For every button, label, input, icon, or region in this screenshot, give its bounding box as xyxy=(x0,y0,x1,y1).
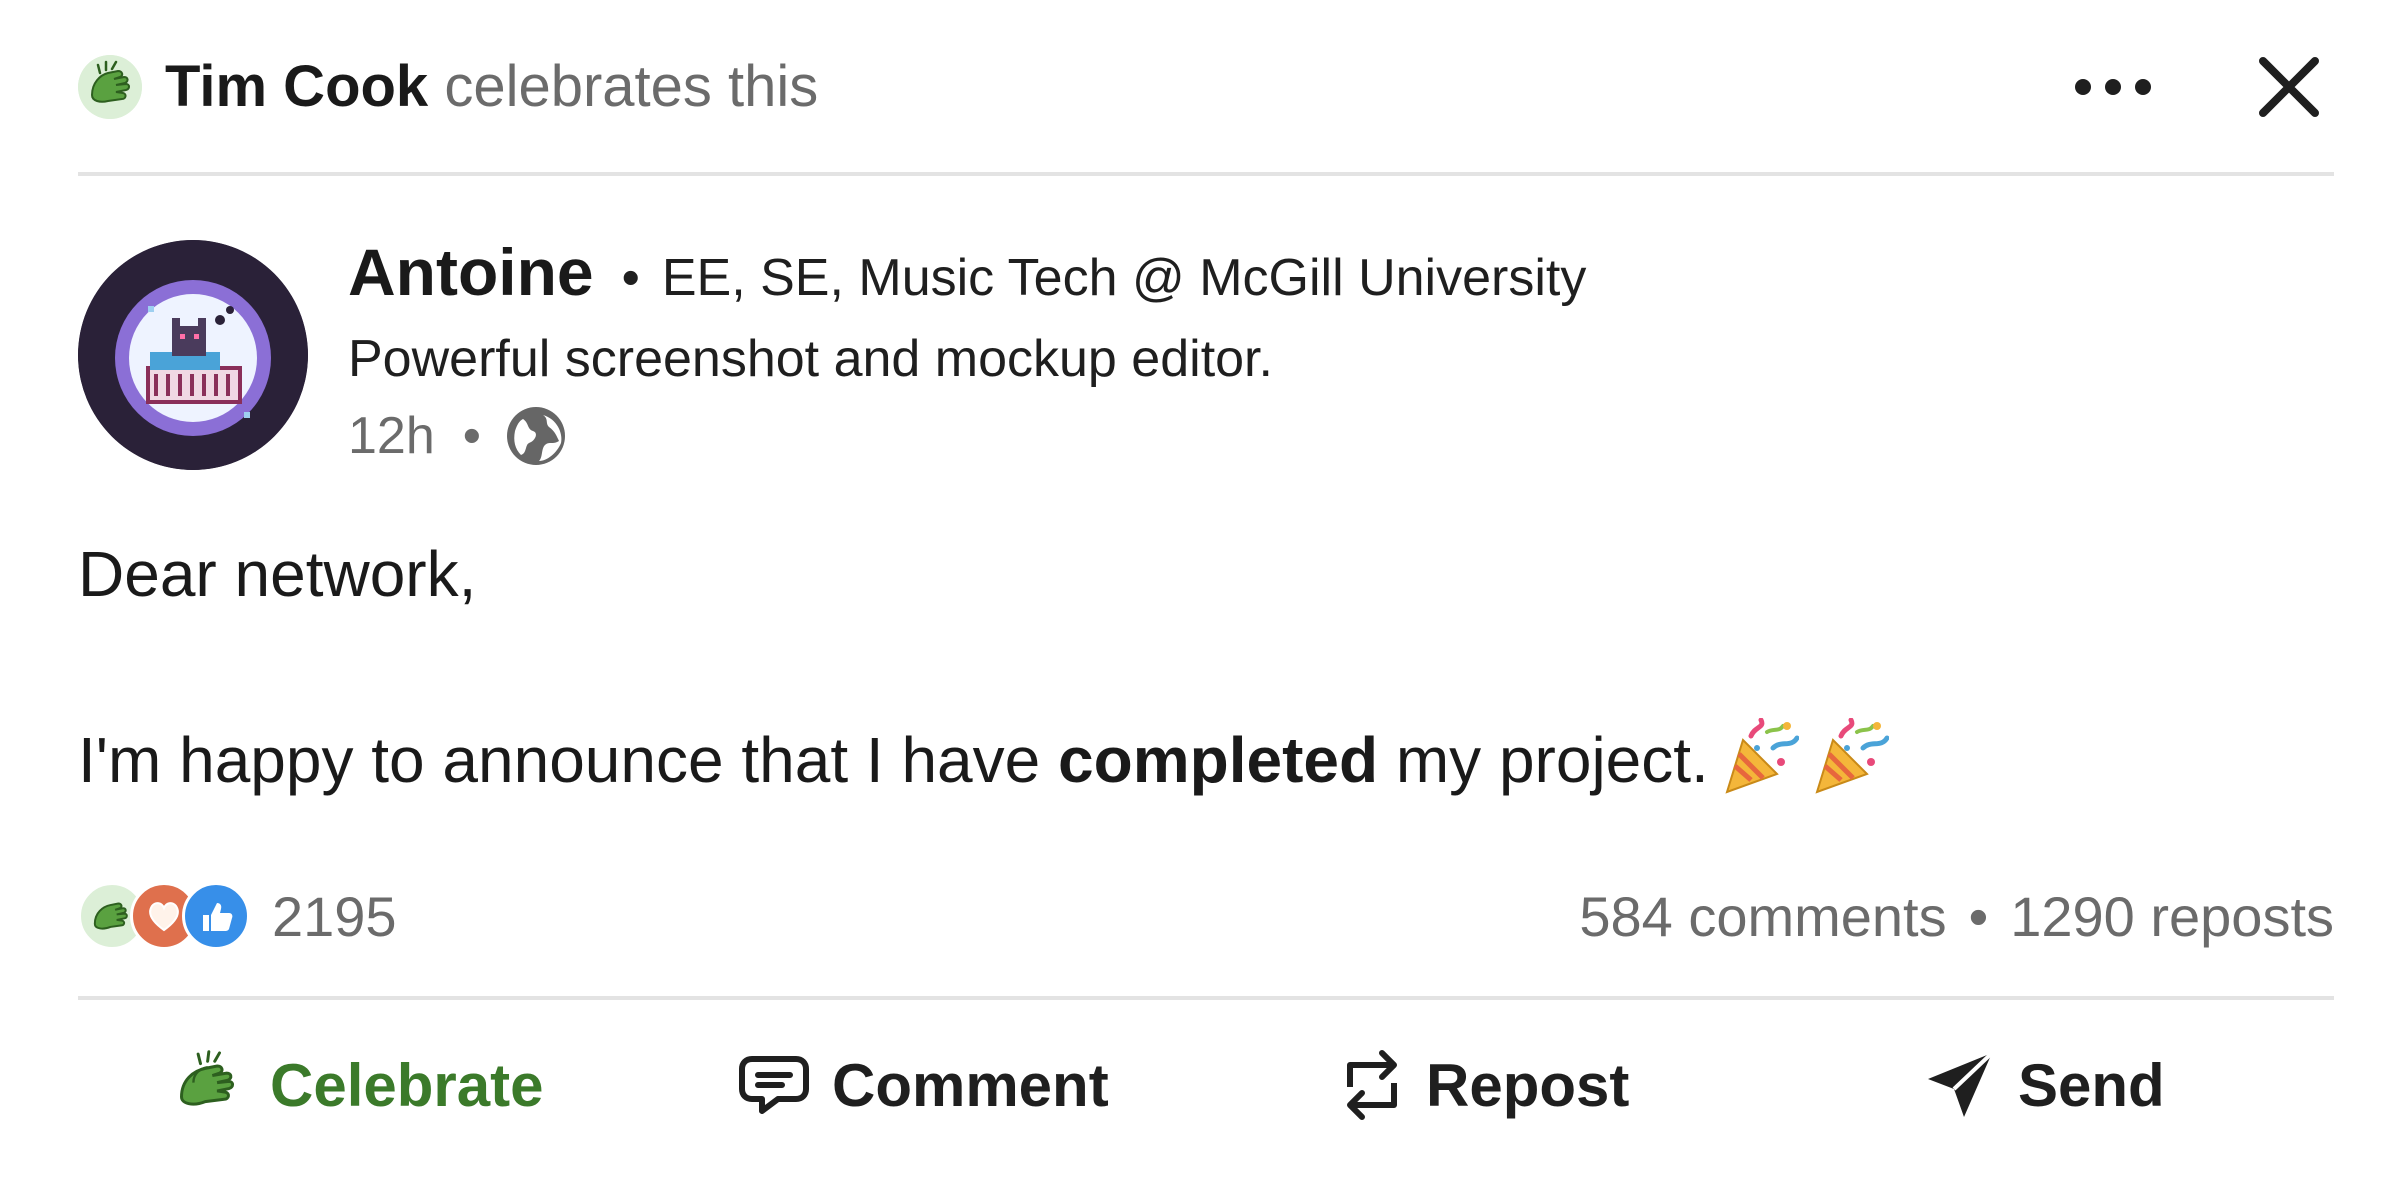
reposts-count-link[interactable]: 1290 reposts xyxy=(2010,884,2334,949)
close-button[interactable] xyxy=(2244,42,2334,132)
celebrate-button[interactable]: Celebrate xyxy=(172,1040,543,1130)
celebrate-icon xyxy=(78,55,142,119)
repost-label: Repost xyxy=(1426,1051,1630,1119)
more-options-button[interactable] xyxy=(2068,60,2158,114)
post-text-after: my project. xyxy=(1395,724,1709,796)
post-line-2: I'm happy to announce that I have comple… xyxy=(78,716,1890,818)
post-time: 12h xyxy=(348,407,435,465)
author-subtitle: EE, SE, Music Tech @ McGill University xyxy=(661,249,1587,307)
send-icon xyxy=(1928,1051,1994,1117)
comments-count-link[interactable]: 584 comments xyxy=(1579,884,1946,949)
activity-line: Tim Cook celebrates this xyxy=(165,52,818,122)
activity-text: celebrates this xyxy=(444,54,819,119)
actions-divider xyxy=(78,996,2334,1000)
like-icon xyxy=(182,882,250,950)
repost-icon xyxy=(1347,1050,1397,1120)
avatar[interactable] xyxy=(78,240,308,470)
comment-button[interactable]: Comment xyxy=(738,1040,1109,1130)
send-button[interactable]: Send xyxy=(1924,1040,2165,1130)
comment-label: Comment xyxy=(832,1051,1109,1119)
meta-separator: • xyxy=(462,407,481,465)
header-divider xyxy=(78,172,2334,176)
more-options-icon xyxy=(2075,79,2151,95)
post-text-before: I'm happy to announce that I have xyxy=(78,724,1041,796)
globe-icon xyxy=(506,407,565,465)
send-label: Send xyxy=(2018,1051,2165,1119)
celebrate-icon xyxy=(180,1050,235,1106)
comment-icon xyxy=(739,1056,809,1114)
reaction-count: 2195 xyxy=(272,884,397,948)
reactions-summary[interactable]: 2195 xyxy=(78,882,397,950)
stats-separator: • xyxy=(1968,884,1989,948)
actor-name[interactable]: Tim Cook xyxy=(165,54,428,119)
post-text: Dear network, I'm happy to announce that… xyxy=(78,530,1890,818)
close-icon xyxy=(2259,57,2319,117)
author-name[interactable]: Antoine xyxy=(348,235,594,309)
author-headline: Powerful screenshot and mockup editor. xyxy=(348,330,1273,388)
author-separator: • xyxy=(621,249,640,307)
post-text-bold: completed xyxy=(1058,724,1379,796)
party-popper-icon xyxy=(1811,717,1890,818)
author-line: Antoine • EE, SE, Music Tech @ McGill Univ… xyxy=(348,236,1586,314)
party-popper-icon xyxy=(1721,717,1800,818)
repost-button[interactable]: Repost xyxy=(1340,1040,1629,1130)
engagement-stats: 584 comments • 1290 reposts xyxy=(1579,882,2334,950)
post-meta: 12h • xyxy=(348,400,567,472)
post-line-1: Dear network, xyxy=(78,538,477,610)
celebrate-label: Celebrate xyxy=(270,1051,544,1119)
